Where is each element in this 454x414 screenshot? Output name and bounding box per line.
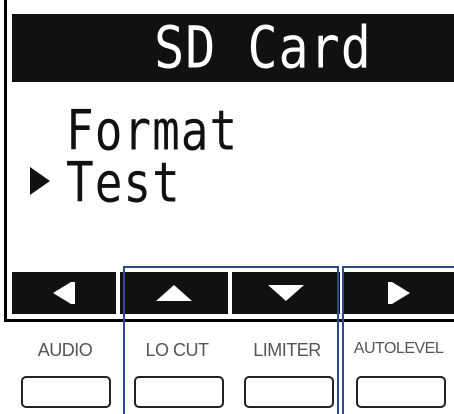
audio-button[interactable]: [21, 376, 111, 408]
menu-item-test[interactable]: Test: [66, 150, 181, 215]
highlight-autolevel: [342, 266, 454, 414]
highlight-lo-cut-limiter: [123, 266, 339, 414]
screen-title: SD Card: [154, 14, 372, 82]
audio-label: AUDIO: [37, 340, 93, 360]
selection-cursor-icon: [30, 167, 50, 195]
screen-title-bar: SD Card: [12, 14, 454, 82]
softkey-left[interactable]: [12, 272, 116, 314]
arrow-left-icon: [53, 282, 75, 304]
